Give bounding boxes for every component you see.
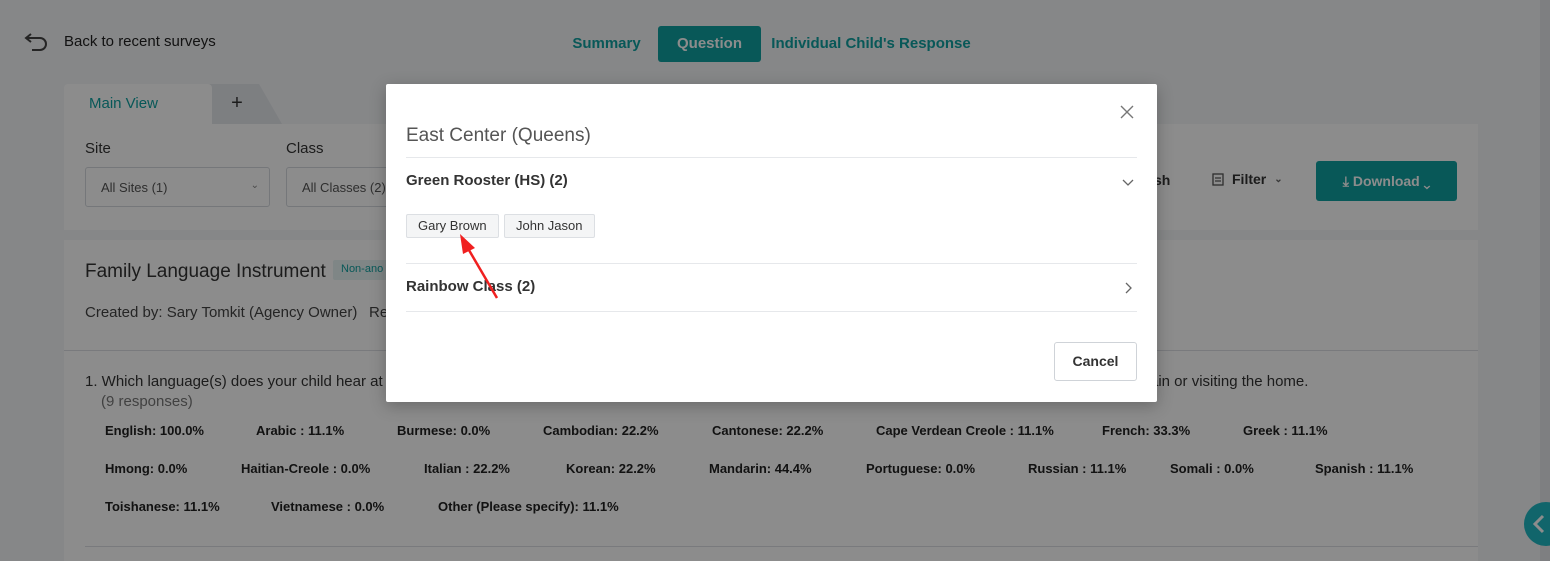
group-header-rainbow-class[interactable]: Rainbow Class (2)	[406, 278, 535, 295]
dialog-title: East Center (Queens)	[406, 125, 591, 146]
group-header-green-rooster[interactable]: Green Rooster (HS) (2)	[406, 172, 568, 189]
child-chip-gary-brown[interactable]: Gary Brown	[406, 214, 499, 238]
close-icon[interactable]	[1119, 104, 1135, 120]
class-children-dialog: East Center (Queens) Green Rooster (HS) …	[386, 84, 1157, 402]
divider	[406, 263, 1137, 264]
cancel-button[interactable]: Cancel	[1054, 342, 1137, 381]
chevron-right-icon[interactable]	[1121, 281, 1135, 295]
divider	[406, 157, 1137, 158]
divider	[406, 311, 1137, 312]
chevron-down-icon[interactable]	[1121, 175, 1135, 189]
child-chip-john-jason[interactable]: John Jason	[504, 214, 595, 238]
